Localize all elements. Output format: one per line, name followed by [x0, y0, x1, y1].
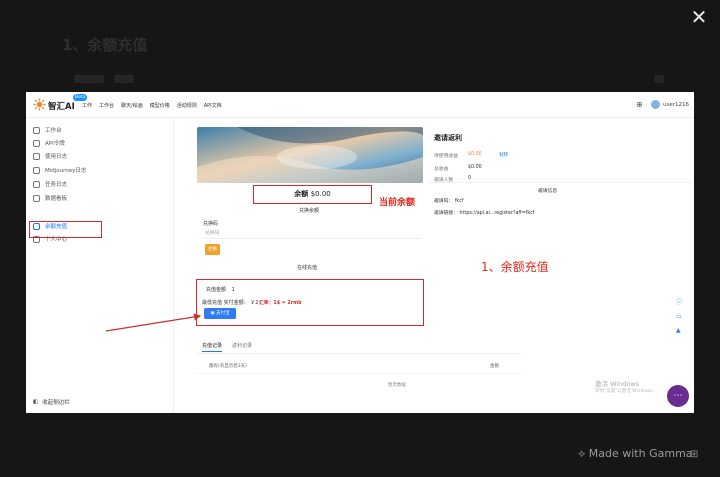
balance-value: $0.00 — [310, 190, 331, 198]
invite-pending-value: $0.00 — [468, 152, 482, 157]
exchange-rate-note: 汇率：1$ = 2rmb — [259, 301, 302, 306]
invite-total-value: $0.00 — [468, 165, 482, 170]
redeem-button[interactable]: 兑换 — [205, 244, 220, 255]
record-tabs: 充值记录 返利记录 — [202, 342, 252, 352]
tab-rebate-records[interactable]: 返利记录 — [232, 342, 252, 352]
aff-link-row: 邀请链接： https://api.ai...register?aff=fkcf — [434, 209, 535, 216]
chat-icon[interactable]: ⋯ — [667, 385, 689, 407]
info-icon[interactable]: ⓘ — [676, 297, 682, 306]
tab-divider — [196, 353, 521, 354]
transfer-link[interactable]: 划转 — [499, 152, 508, 158]
topup-amount-value[interactable]: 1 — [232, 287, 235, 293]
recharge-annotation: 1、余额充值 — [481, 260, 549, 274]
table-header-amount: 金额 — [490, 364, 499, 369]
topup-amount-row[interactable]: 充值金额 1 — [206, 286, 235, 293]
screenshot-content: 余额 $0.00 兑换余额 兑换码 兑换码 兑换 在线充值 充值金额 1 最低充… — [26, 92, 694, 413]
pay-amount: ￥2 — [250, 300, 259, 306]
presenter-icon[interactable]: ⊞ — [690, 449, 698, 460]
pay-amount-row: 最低充值 实付金额： ￥2 — [202, 299, 258, 306]
wallet-banner-image — [197, 127, 423, 183]
aff-code-label: 邀请码： — [434, 199, 454, 204]
aff-link-value[interactable]: https://api.ai...register?aff=fkcf — [460, 211, 535, 216]
aff-code-row: 邀请码： fkcf — [434, 197, 464, 204]
aff-link-label: 邀请链接： — [434, 211, 458, 216]
pay-method-label: 最低充值 实付金额： — [202, 300, 249, 306]
current-balance-annotation: 当前余额 — [379, 198, 416, 208]
alipay-button[interactable]: ▣ 支付宝 — [204, 308, 236, 319]
redeem-code-input[interactable]: 兑换码 — [203, 228, 421, 239]
aff-code-value[interactable]: fkcf — [455, 199, 464, 204]
windows-watermark-sub: 转到"设置"以激活 Windows。 — [595, 389, 657, 394]
sidebar-highlight-box — [29, 221, 102, 238]
tab-recharge-records[interactable]: 充值记录 — [202, 342, 223, 352]
monitor-icon[interactable]: ▭ — [676, 313, 682, 320]
empty-table-text: 暂无数据 — [388, 383, 406, 388]
document-title: 1、余额充值 — [62, 36, 148, 54]
floating-toolbar: ⓘ ▭ ▲ — [676, 297, 682, 334]
alipay-label: 支付宝 — [216, 311, 230, 316]
topup-amount-label: 充值金额 — [206, 287, 227, 293]
gamma-label: Made with Gamma — [588, 447, 693, 460]
windows-watermark: 激活 Windows — [595, 380, 640, 388]
close-icon[interactable]: ✕ — [688, 6, 710, 28]
balance-label: 余额 — [294, 190, 309, 198]
table-header-time: 都有(有显示后3天) — [209, 364, 247, 369]
invite-total-label: 总收益 — [434, 167, 449, 172]
table-divider — [196, 373, 521, 374]
redeem-code-label: 兑换码 — [203, 221, 219, 227]
invite-title: 邀请返利 — [434, 134, 462, 142]
bell-icon[interactable]: ▲ — [676, 327, 682, 334]
gamma-badge[interactable]: ⟡ Made with Gamma — [578, 447, 693, 461]
background-header-strip — [64, 72, 704, 86]
balance-display: 余额 $0.00 — [253, 185, 372, 204]
online-topup-title: 在线充值 — [297, 265, 318, 271]
invite-divider — [429, 182, 692, 183]
aff-info-title: 邀请信息 — [538, 189, 558, 194]
redeem-section-title: 兑换余额 — [299, 208, 320, 214]
invite-count-value: 0 — [468, 176, 472, 181]
invite-pending-label: 待使用收益 — [434, 154, 458, 159]
